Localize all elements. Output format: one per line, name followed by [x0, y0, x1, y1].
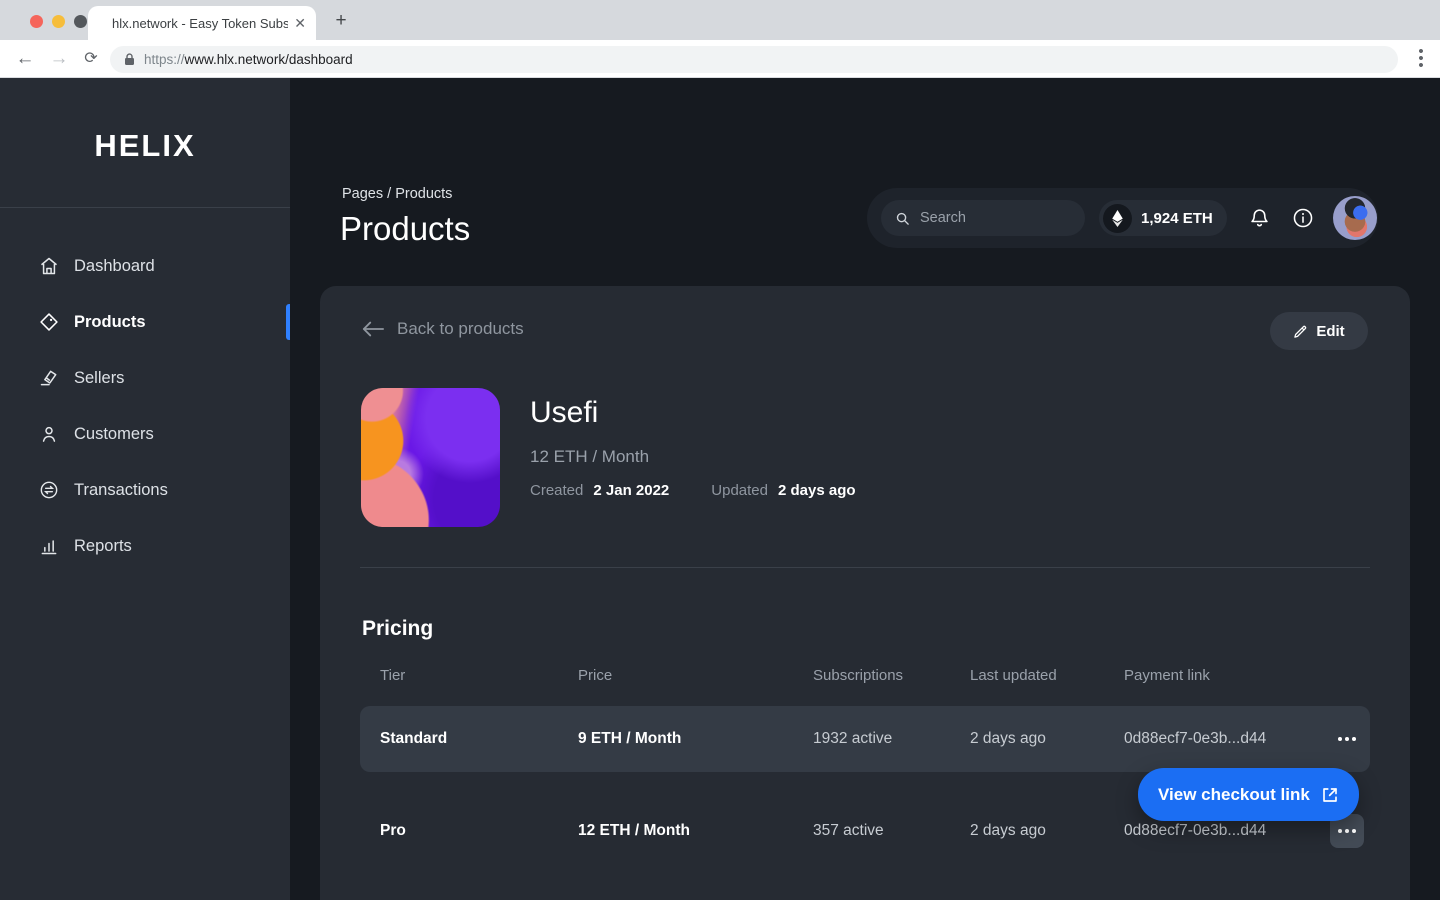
product-thumbnail [361, 388, 500, 527]
sidebar-item-label: Products [74, 313, 146, 332]
updated-value: 2 days ago [778, 482, 856, 499]
search-box[interactable] [881, 200, 1085, 236]
arrow-left-icon [362, 321, 384, 337]
more-options-button[interactable] [1330, 722, 1364, 756]
wallet-balance: 1,924 ETH [1141, 210, 1213, 227]
sidebar-item-reports[interactable]: Reports [0, 518, 290, 574]
cell-last-updated: 2 days ago [970, 730, 1124, 748]
browser-menu-icon[interactable]: ••• [1412, 48, 1430, 70]
app-window: hlx.network - Easy Token Subs ✕ + ← → ⟳ … [0, 0, 1440, 900]
sidebar-item-label: Dashboard [74, 257, 155, 276]
window-close-button[interactable] [30, 15, 43, 28]
breadcrumb: Pages / Products [342, 186, 452, 202]
url-host-path: www.hlx.network/dashboard [185, 52, 353, 67]
edit-button-label: Edit [1316, 323, 1344, 340]
forward-icon[interactable]: → [48, 48, 70, 70]
more-options-icon [1338, 829, 1356, 833]
search-input[interactable] [920, 210, 1070, 226]
sidebar-item-products[interactable]: Products [0, 294, 290, 350]
column-payment-link: Payment link [1124, 667, 1330, 684]
search-icon [895, 211, 910, 226]
external-link-icon [1321, 786, 1339, 804]
active-indicator [286, 304, 290, 340]
close-tab-icon[interactable]: ✕ [294, 15, 306, 32]
column-tier: Tier [380, 667, 578, 684]
sidebar-item-sellers[interactable]: Sellers [0, 350, 290, 406]
pricing-table-header: Tier Price Subscriptions Last updated Pa… [360, 664, 1370, 686]
section-divider [360, 567, 1370, 568]
bell-icon [1249, 207, 1270, 229]
seller-flag-icon [38, 367, 60, 389]
more-options-icon [1338, 737, 1356, 741]
cell-tier: Pro [380, 822, 578, 840]
lock-icon [124, 53, 135, 66]
sidebar-item-label: Customers [74, 425, 154, 444]
bar-chart-icon [38, 535, 60, 557]
helix-logo: HELIX [0, 128, 290, 164]
product-meta: Created 2 Jan 2022 Updated 2 days ago [530, 482, 856, 499]
transfer-icon [38, 479, 60, 501]
home-icon [38, 255, 60, 277]
cell-price: 12 ETH / Month [578, 822, 813, 840]
column-subscriptions: Subscriptions [813, 667, 970, 684]
product-name: Usefi [530, 396, 598, 430]
info-icon [1292, 207, 1314, 229]
back-icon[interactable]: ← [14, 48, 36, 70]
sidebar-item-dashboard[interactable]: Dashboard [0, 238, 290, 294]
info-button[interactable] [1291, 206, 1315, 230]
column-last-updated: Last updated [970, 667, 1124, 684]
window-zoom-button[interactable] [74, 15, 87, 28]
cell-payment-link: 0d88ecf7-0e3b...d44 [1124, 730, 1330, 748]
back-to-products-link[interactable]: Back to products [362, 319, 524, 339]
header-toolbar: 1,924 ETH [867, 188, 1378, 248]
view-checkout-link-label: View checkout link [1158, 785, 1310, 805]
back-to-products-label: Back to products [397, 319, 524, 339]
reload-icon[interactable]: ⟳ [80, 48, 102, 70]
edit-button[interactable]: Edit [1270, 312, 1368, 350]
avatar[interactable] [1333, 196, 1377, 240]
sidebar-item-transactions[interactable]: Transactions [0, 462, 290, 518]
person-icon [38, 423, 60, 445]
table-row[interactable]: Standard 9 ETH / Month 1932 active 2 day… [360, 706, 1370, 772]
product-price: 12 ETH / Month [530, 447, 649, 467]
page-title: Products [340, 210, 470, 248]
cell-last-updated: 2 days ago [970, 822, 1124, 840]
browser-tab[interactable]: hlx.network - Easy Token Subs ✕ [88, 6, 316, 40]
sidebar-item-label: Reports [74, 537, 132, 556]
ethereum-icon [1103, 204, 1132, 233]
created-value: 2 Jan 2022 [593, 482, 669, 499]
url-scheme: https:// [144, 52, 185, 67]
sidebar: HELIX Dashboard Products [0, 78, 290, 900]
pricing-section-title: Pricing [362, 617, 433, 641]
cell-payment-link: 0d88ecf7-0e3b...d44 [1124, 822, 1330, 840]
wallet-balance-pill[interactable]: 1,924 ETH [1099, 200, 1227, 236]
cell-subscriptions: 1932 active [813, 730, 970, 748]
view-checkout-link-button[interactable]: View checkout link [1138, 768, 1359, 821]
cell-subscriptions: 357 active [813, 822, 970, 840]
notifications-button[interactable] [1247, 206, 1271, 230]
pencil-icon [1293, 324, 1308, 339]
sidebar-divider [0, 207, 290, 208]
sidebar-item-label: Transactions [74, 481, 168, 500]
app-body: HELIX Dashboard Products [0, 78, 1440, 900]
tab-title: hlx.network - Easy Token Subs [112, 16, 288, 31]
created-label: Created [530, 482, 583, 499]
sidebar-item-label: Sellers [74, 369, 124, 388]
browser-tab-strip: hlx.network - Easy Token Subs ✕ + [0, 0, 1440, 40]
sidebar-item-customers[interactable]: Customers [0, 406, 290, 462]
cell-tier: Standard [380, 730, 578, 748]
address-bar[interactable]: https://www.hlx.network/dashboard [110, 46, 1398, 73]
column-price: Price [578, 667, 813, 684]
updated-label: Updated [711, 482, 768, 499]
new-tab-button[interactable]: + [332, 12, 350, 30]
window-minimize-button[interactable] [52, 15, 65, 28]
tag-icon [38, 311, 60, 333]
cell-price: 9 ETH / Month [578, 730, 813, 748]
